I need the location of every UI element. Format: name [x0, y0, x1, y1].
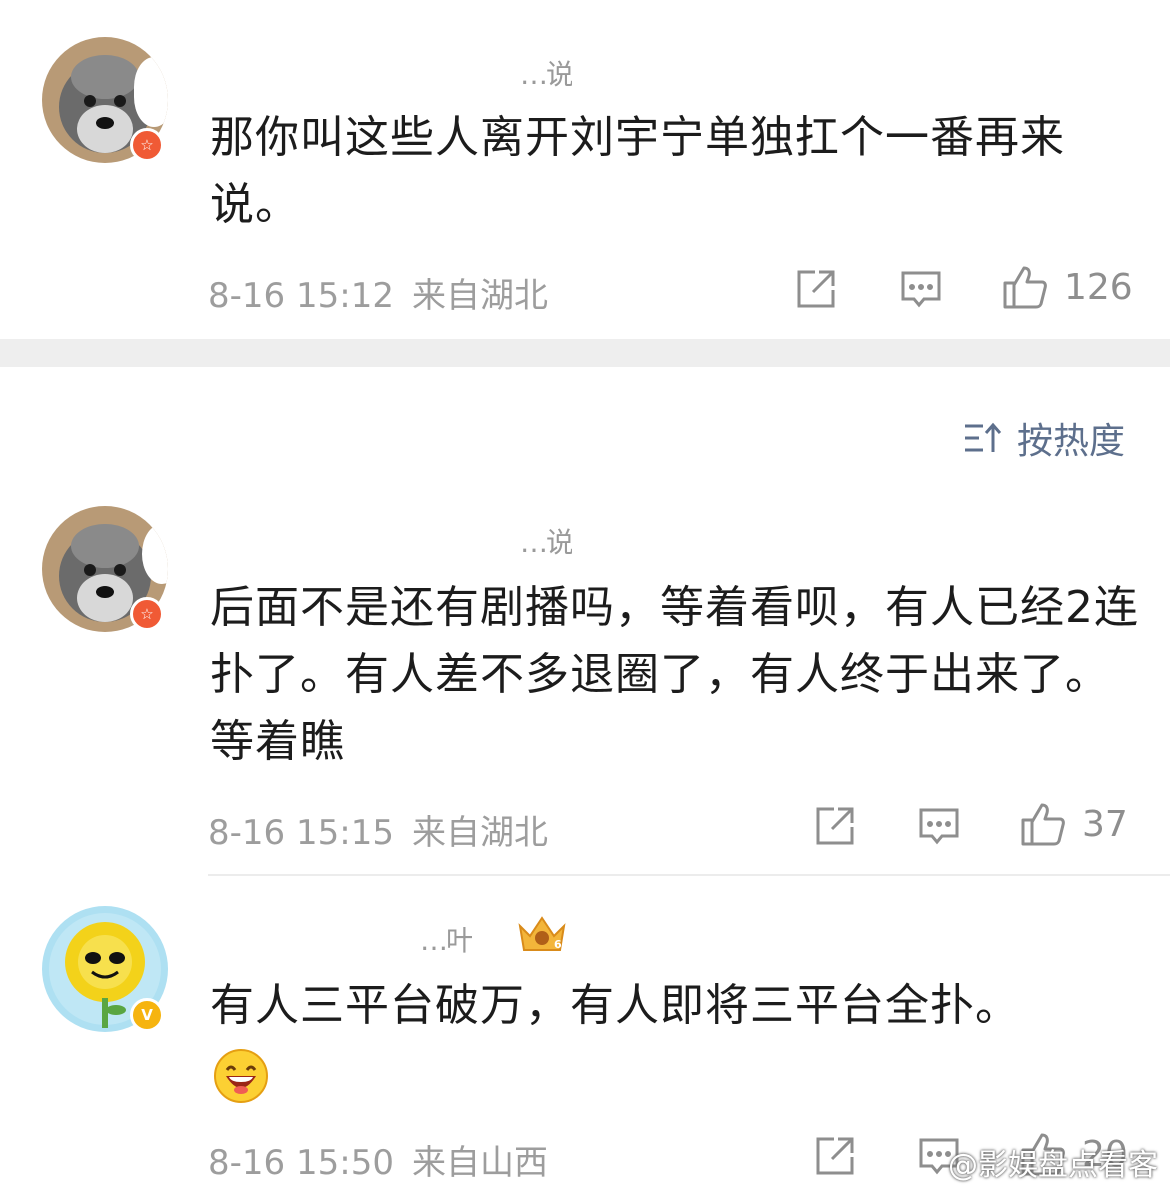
comment-time: 8-16 15:12 — [208, 276, 394, 316]
sort-icon — [964, 422, 1002, 452]
share-icon — [816, 1137, 854, 1175]
comment-location: 来自湖北 — [411, 276, 548, 316]
comment-text: 有人三平台破万，有人即将三平台全扑。 — [210, 980, 1020, 1031]
sort-by-hot-button[interactable]: 按热度 — [963, 412, 1125, 464]
username[interactable]: …说 — [520, 526, 572, 560]
share-button[interactable] — [814, 805, 856, 847]
comment-item: ☆ …说 那你叫这些人离开刘宇宁单独扛个一番再来说。 8-16 15:12 来自湖… — [0, 0, 1170, 339]
reply-button[interactable] — [900, 268, 942, 310]
share-button[interactable] — [814, 1135, 856, 1177]
username[interactable]: …说 — [520, 58, 572, 92]
star-badge-icon: ☆ — [130, 128, 164, 162]
comment-time: 8-16 15:15 — [208, 813, 394, 853]
comment-divider — [208, 874, 1170, 876]
username[interactable]: …叶 — [420, 924, 472, 958]
svg-text:6: 6 — [554, 938, 562, 951]
like-count: 126 — [1064, 266, 1133, 308]
star-badge-icon: ☆ — [130, 597, 164, 631]
comment-icon — [901, 271, 941, 308]
verified-v-icon: V — [130, 998, 164, 1032]
comment-location: 来自湖北 — [411, 813, 548, 853]
comment-icon — [919, 808, 959, 845]
thumbs-up-icon — [1003, 266, 1047, 309]
like-button[interactable]: 37 — [1020, 801, 1128, 847]
reply-button[interactable] — [918, 805, 960, 847]
comment-text: 那你叫这些人离开刘宇宁单独扛个一番再来说。 — [210, 112, 1065, 230]
laughing-emoji-icon — [214, 1049, 268, 1103]
comment-location: 来自山西 — [411, 1143, 548, 1183]
comment-meta: 8-16 15:50 来自山西 — [208, 1135, 548, 1184]
watermark-text: @影娱盘点看客 — [948, 1148, 1158, 1183]
share-button[interactable] — [795, 268, 837, 310]
comment-meta: 8-16 15:15 来自湖北 — [208, 805, 548, 854]
watermark: @影娱盘点看客 — [948, 1140, 1158, 1184]
share-icon — [797, 270, 835, 308]
comment-meta: 8-16 15:12 来自湖北 — [208, 268, 548, 317]
share-icon — [816, 807, 854, 845]
sort-label: 按热度 — [1016, 421, 1125, 462]
comment-text: 后面不是还有剧播吗，等着看呗，有人已经2连扑了。有人差不多退圈了，有人终于出来了… — [210, 582, 1139, 767]
thumbs-up-icon — [1021, 803, 1065, 846]
section-separator — [0, 339, 1170, 367]
comment-time: 8-16 15:50 — [208, 1143, 394, 1183]
crown-level-icon: 6 — [518, 916, 566, 951]
like-button[interactable]: 126 — [1002, 264, 1133, 310]
like-count: 37 — [1082, 803, 1128, 845]
